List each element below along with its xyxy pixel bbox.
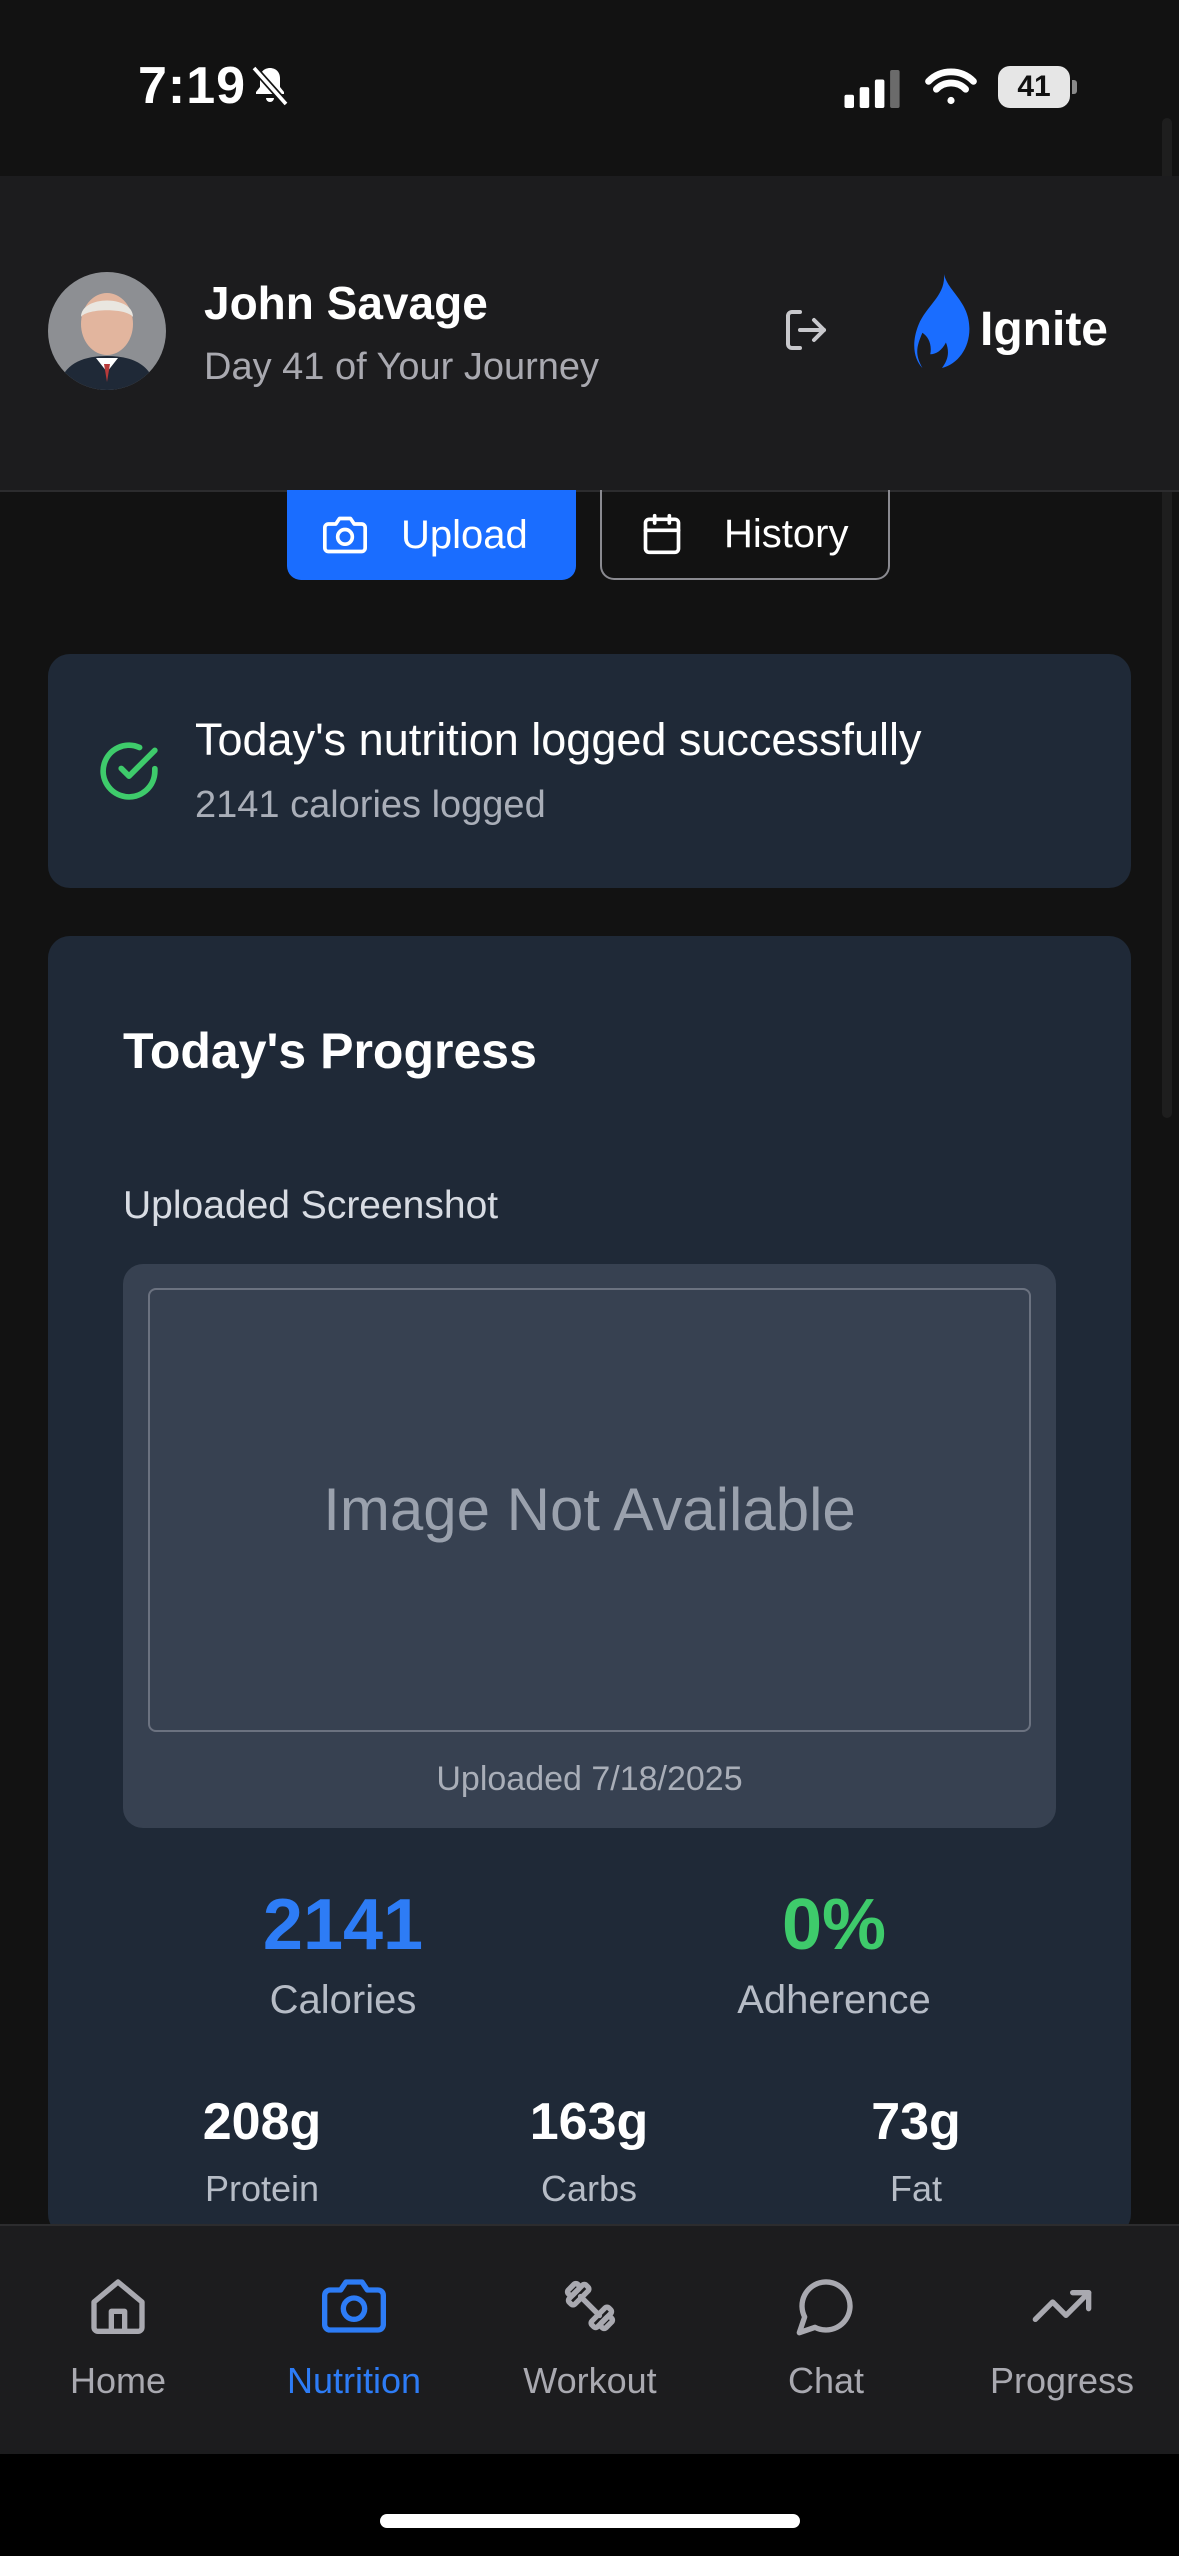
user-name: John Savage: [204, 277, 488, 329]
progress-title: Today's Progress: [123, 1023, 537, 1079]
fat-label: Fat: [889, 2168, 942, 2209]
nav-item-progress[interactable]: Progress: [944, 2226, 1179, 2456]
upload-button[interactable]: Upload: [287, 490, 576, 580]
nav-item-nutrition[interactable]: Nutrition: [236, 2226, 472, 2456]
check-circle-icon: [100, 742, 158, 800]
home-indicator[interactable]: [380, 2514, 800, 2528]
home-indicator-area: [0, 2454, 1179, 2556]
brand-logo: Ignite: [914, 272, 1114, 372]
carbs-label: Carbs: [540, 2168, 638, 2209]
status-time: 7:19: [138, 57, 247, 115]
protein-value: 208g: [202, 2093, 322, 2151]
success-subtitle: 2141 calories logged: [195, 784, 546, 826]
camera-icon: [323, 516, 367, 554]
fat-value: 73g: [871, 2093, 961, 2151]
history-label: History: [724, 511, 849, 556]
calendar-icon: [643, 513, 681, 555]
home-icon: [91, 2279, 145, 2334]
camera-icon: [322, 2279, 386, 2333]
battery-indicator: 41: [998, 66, 1077, 108]
protein-label: Protein: [204, 2168, 320, 2209]
battery-level: 41: [1017, 70, 1051, 103]
trending-up-icon: [1032, 2290, 1092, 2322]
chat-bubble-icon: [796, 2279, 853, 2336]
avatar[interactable]: [48, 272, 166, 390]
journey-day-subtitle: Day 41 of Your Journey: [204, 346, 600, 388]
wifi-icon: [925, 68, 977, 105]
adherence-value: 0%: [781, 1885, 887, 1965]
nav-item-home[interactable]: Home: [0, 2226, 236, 2456]
success-title: Today's nutrition logged successfully: [195, 714, 922, 765]
image-placeholder-text: Image Not Available: [323, 1476, 856, 1543]
bottom-nav: Home Nutrition Workout Chat Progress: [0, 2224, 1179, 2456]
nav-label-chat: Chat: [787, 2360, 865, 2401]
nav-label-home: Home: [69, 2360, 167, 2401]
brand-name: Ignite: [980, 303, 1108, 356]
carbs-value: 163g: [529, 2093, 649, 2151]
uploaded-date: Uploaded 7/18/2025: [436, 1760, 743, 1798]
uploaded-screenshot-label: Uploaded Screenshot: [123, 1184, 499, 1227]
history-button[interactable]: History: [600, 490, 890, 580]
calories-label: Calories: [269, 1978, 417, 2022]
dumbbell-icon: [564, 2280, 616, 2332]
success-card: [48, 654, 1131, 888]
nav-label-progress: Progress: [989, 2360, 1135, 2401]
nav-label-workout: Workout: [523, 2360, 657, 2401]
nav-item-chat[interactable]: Chat: [708, 2226, 944, 2456]
calories-value: 2141: [262, 1885, 424, 1965]
signal-icon: [844, 70, 900, 108]
flame-icon: [914, 274, 970, 368]
nav-label-nutrition: Nutrition: [286, 2360, 422, 2401]
logout-icon[interactable]: [782, 306, 830, 354]
nav-item-workout[interactable]: Workout: [472, 2226, 708, 2456]
adherence-label: Adherence: [737, 1978, 931, 2022]
bell-slash-icon: [251, 65, 289, 107]
upload-label: Upload: [401, 512, 528, 557]
